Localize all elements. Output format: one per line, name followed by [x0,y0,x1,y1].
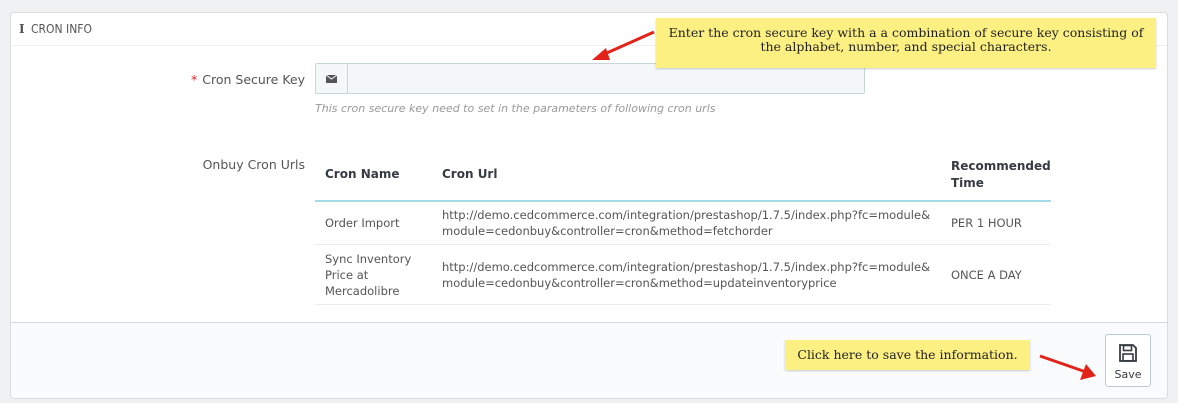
info-icon: i [19,22,25,36]
col-recommended-time: Recommended Time [941,149,1051,202]
col-cron-name: Cron Name [315,149,432,202]
floppy-disk-icon [1118,343,1138,368]
table-row: Order Import http://demo.cedcommerce.com… [315,201,1051,245]
envelope-icon [316,64,348,93]
cron-time-cell: PER 1 HOUR [941,201,1051,245]
annotation-top: Enter the cron secure key with a a combi… [656,18,1156,68]
cron-name-cell: Order Import [315,201,432,245]
required-mark: * [191,72,198,87]
annotation-bottom: Click here to save the information. [785,340,1030,370]
save-label: Save [1114,368,1142,381]
cron-urls-table: Cron Name Cron Url Recommended Time Orde… [315,149,1051,305]
cron-urls-label: Onbuy Cron Urls [202,157,305,172]
secure-key-label-text: Cron Secure Key [202,72,305,87]
save-button[interactable]: Save [1105,334,1151,387]
table-header-row: Cron Name Cron Url Recommended Time [315,149,1051,202]
annotation-arrow-top [592,30,655,60]
secure-key-label: * Cron Secure Key [151,72,305,87]
cron-name-cell: Sync Inventory Price at Mercadolibre [315,244,432,305]
col-recommended-time-text: Recommended Time [951,158,1051,190]
secure-key-help: This cron secure key need to set in the … [315,102,716,115]
cron-url-cell: http://demo.cedcommerce.com/integration/… [432,201,941,245]
col-cron-url: Cron Url [432,149,941,202]
cron-url-cell: http://demo.cedcommerce.com/integration/… [432,244,941,305]
secure-key-input[interactable] [348,64,862,93]
annotation-arrow-bottom [1039,354,1096,380]
cron-time-cell: ONCE A DAY [941,244,1051,305]
table-row: Sync Inventory Price at Mercadolibre htt… [315,244,1051,305]
panel-title: CRON INFO [31,22,93,36]
